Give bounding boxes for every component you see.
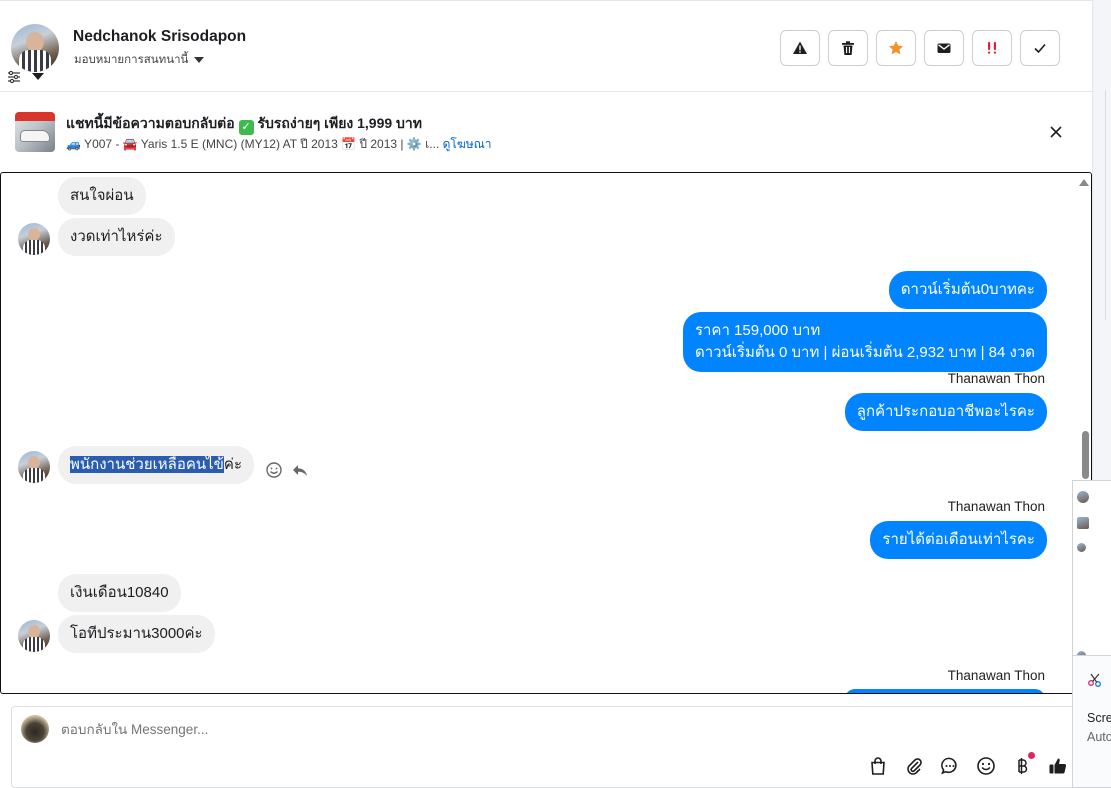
- message-text: ลูกค้าประกอบอาชีพอะไรคะ: [856, 403, 1035, 420]
- scroll-up-arrow-icon[interactable]: [1079, 179, 1089, 186]
- view-ad-link[interactable]: ดูโฆษณา: [443, 137, 492, 151]
- message-bubble[interactable]: [845, 689, 1045, 693]
- message-text: เงินเดือน10840: [70, 584, 169, 601]
- assign-conversation-dropdown[interactable]: มอบหมายการสนทนานี้: [74, 51, 205, 69]
- message-bubble[interactable]: พนักงานช่วยเหลือคนไข้ค่ะ: [58, 446, 255, 484]
- ad-context-bar: แชทนี้มีข้อความตอบกลับต่อ ✓ รับรถง่ายๆ เ…: [0, 92, 1092, 172]
- reply-input[interactable]: [61, 722, 761, 737]
- emoji-icon: [977, 757, 995, 775]
- snipping-tool-icon: [1088, 673, 1101, 687]
- star-icon: [889, 41, 903, 55]
- message-text-line: ราคา 159,000 บาท: [694, 322, 821, 339]
- ad-title-text: แชทนี้มีข้อความตอบกลับต่อ: [66, 115, 235, 131]
- like-button[interactable]: [1047, 755, 1069, 777]
- delete-button[interactable]: [828, 30, 868, 66]
- message-thread[interactable]: สนใจผ่อน งวดเท่าไหร่ค่ะ ดาวน์เริ่มต้น0บา…: [0, 172, 1092, 694]
- chat-icon: [941, 757, 957, 775]
- ad-subtitle-text: 🚙 Y007 - 🚘 Yaris 1.5 E (MNC) (MY12) AT ป…: [66, 137, 440, 151]
- filter-icon[interactable]: [7, 70, 21, 84]
- selected-text[interactable]: พนักงานช่วยเหลือคนไข้: [70, 456, 224, 473]
- attach-button[interactable]: [903, 755, 925, 777]
- ad-title-rest: รับรถง่ายๆ เพียง 1,999 บาท: [257, 115, 423, 131]
- message-text: โอทีประมาน3000ค่ะ: [70, 625, 203, 642]
- sender-name: Thanawan Thon: [947, 668, 1045, 683]
- sender-name: Thanawan Thon: [947, 371, 1045, 386]
- message-bubble[interactable]: งวดเท่าไหร่ค่ะ: [58, 218, 175, 256]
- notification-toast[interactable]: Scre Auto: [1072, 655, 1111, 788]
- check-icon: [1034, 43, 1046, 54]
- conversation-actions: [780, 30, 1060, 66]
- saved-replies-button[interactable]: [939, 755, 961, 777]
- chevron-down-icon: [194, 57, 205, 63]
- message-bubble[interactable]: โอทีประมาน3000ค่ะ: [58, 615, 215, 653]
- message-text: ค่ะ: [223, 456, 243, 473]
- message-bubble[interactable]: สนใจผ่อน: [58, 177, 146, 215]
- message-text: ดาวน์เริ่มต้น0บาทคะ: [900, 281, 1035, 298]
- emoji-react-icon[interactable]: [265, 461, 283, 479]
- mark-spam-button[interactable]: [780, 30, 820, 66]
- ad-thumbnail[interactable]: [15, 112, 55, 152]
- ad-title: แชทนี้มีข้อความตอบกลับต่อ ✓ รับรถง่ายๆ เ…: [66, 113, 422, 135]
- contact-avatar-small[interactable]: [18, 620, 50, 652]
- inbox-window: Nedchanok Srisodapon มอบหมายการสนทนานี้: [0, 0, 1111, 788]
- message-text: สนใจผ่อน: [70, 187, 134, 204]
- scrollbar-thumb[interactable]: [1082, 431, 1089, 479]
- payment-button[interactable]: [1011, 752, 1035, 777]
- ad-thumbnail: [1077, 517, 1089, 529]
- toast-subtitle: Auto: [1087, 730, 1111, 744]
- conversation-header: Nedchanok Srisodapon มอบหมายการสนทนานี้: [0, 0, 1092, 92]
- notification-dot: [1028, 752, 1035, 759]
- page-avatar: [21, 715, 49, 743]
- ad-subtitle: 🚙 Y007 - 🚘 Yaris 1.5 E (MNC) (MY12) AT ป…: [66, 135, 492, 154]
- mark-unread-button[interactable]: [924, 30, 964, 66]
- reply-composer: [11, 706, 1081, 788]
- message-bubble[interactable]: ราคา 159,000 บาท ดาวน์เริ่มต้น 0 บาท | ผ…: [682, 312, 1047, 372]
- trash-icon: [842, 41, 854, 55]
- thumbs-up-icon: [1049, 758, 1067, 774]
- reply-icon[interactable]: [291, 461, 309, 479]
- message-text: รายได้ต่อเดือนเท่าไรคะ: [882, 531, 1035, 548]
- mail-icon: [937, 43, 951, 53]
- message-bubble[interactable]: เงินเดือน10840: [58, 574, 181, 612]
- paperclip-icon: [907, 758, 922, 775]
- message-actions: [265, 461, 309, 479]
- baht-icon: [1018, 758, 1028, 774]
- message-bubble[interactable]: รายได้ต่อเดือนเท่าไรคะ: [870, 521, 1047, 559]
- urgent-button[interactable]: [972, 30, 1012, 66]
- contact-name[interactable]: Nedchanok Srisodapon: [73, 28, 246, 46]
- divider: [1105, 90, 1111, 320]
- close-icon[interactable]: [1046, 122, 1066, 142]
- shop-button[interactable]: [867, 755, 889, 777]
- emoji-button[interactable]: [975, 755, 997, 777]
- contact-avatar-small[interactable]: [18, 451, 50, 483]
- urgent-icon: [988, 42, 996, 54]
- message-bubble[interactable]: ดาวน์เริ่มต้น0บาทคะ: [888, 271, 1047, 309]
- bag-icon: [871, 757, 885, 775]
- avatar: [1077, 491, 1089, 503]
- avatar: [1077, 543, 1086, 552]
- message-text: งวดเท่าไหร่ค่ะ: [70, 228, 163, 245]
- check-mark-icon: ✓: [238, 120, 254, 135]
- warning-icon: [793, 41, 807, 54]
- star-button[interactable]: [876, 30, 916, 66]
- sender-name: Thanawan Thon: [947, 499, 1045, 514]
- composer-toolbar: [867, 752, 1069, 777]
- contact-avatar-small[interactable]: [18, 223, 50, 255]
- message-text-line: ดาวน์เริ่มต้น 0 บาท | ผ่อนเริ่มต้น 2,932…: [694, 344, 1035, 361]
- toast-title: Scre: [1087, 711, 1111, 725]
- contact-avatar[interactable]: [11, 24, 59, 72]
- message-bubble[interactable]: ลูกค้าประกอบอาชีพอะไรคะ: [844, 393, 1047, 431]
- mark-done-button[interactable]: [1020, 30, 1060, 66]
- chevron-down-icon[interactable]: [32, 73, 44, 80]
- assign-label: มอบหมายการสนทนานี้: [74, 54, 189, 66]
